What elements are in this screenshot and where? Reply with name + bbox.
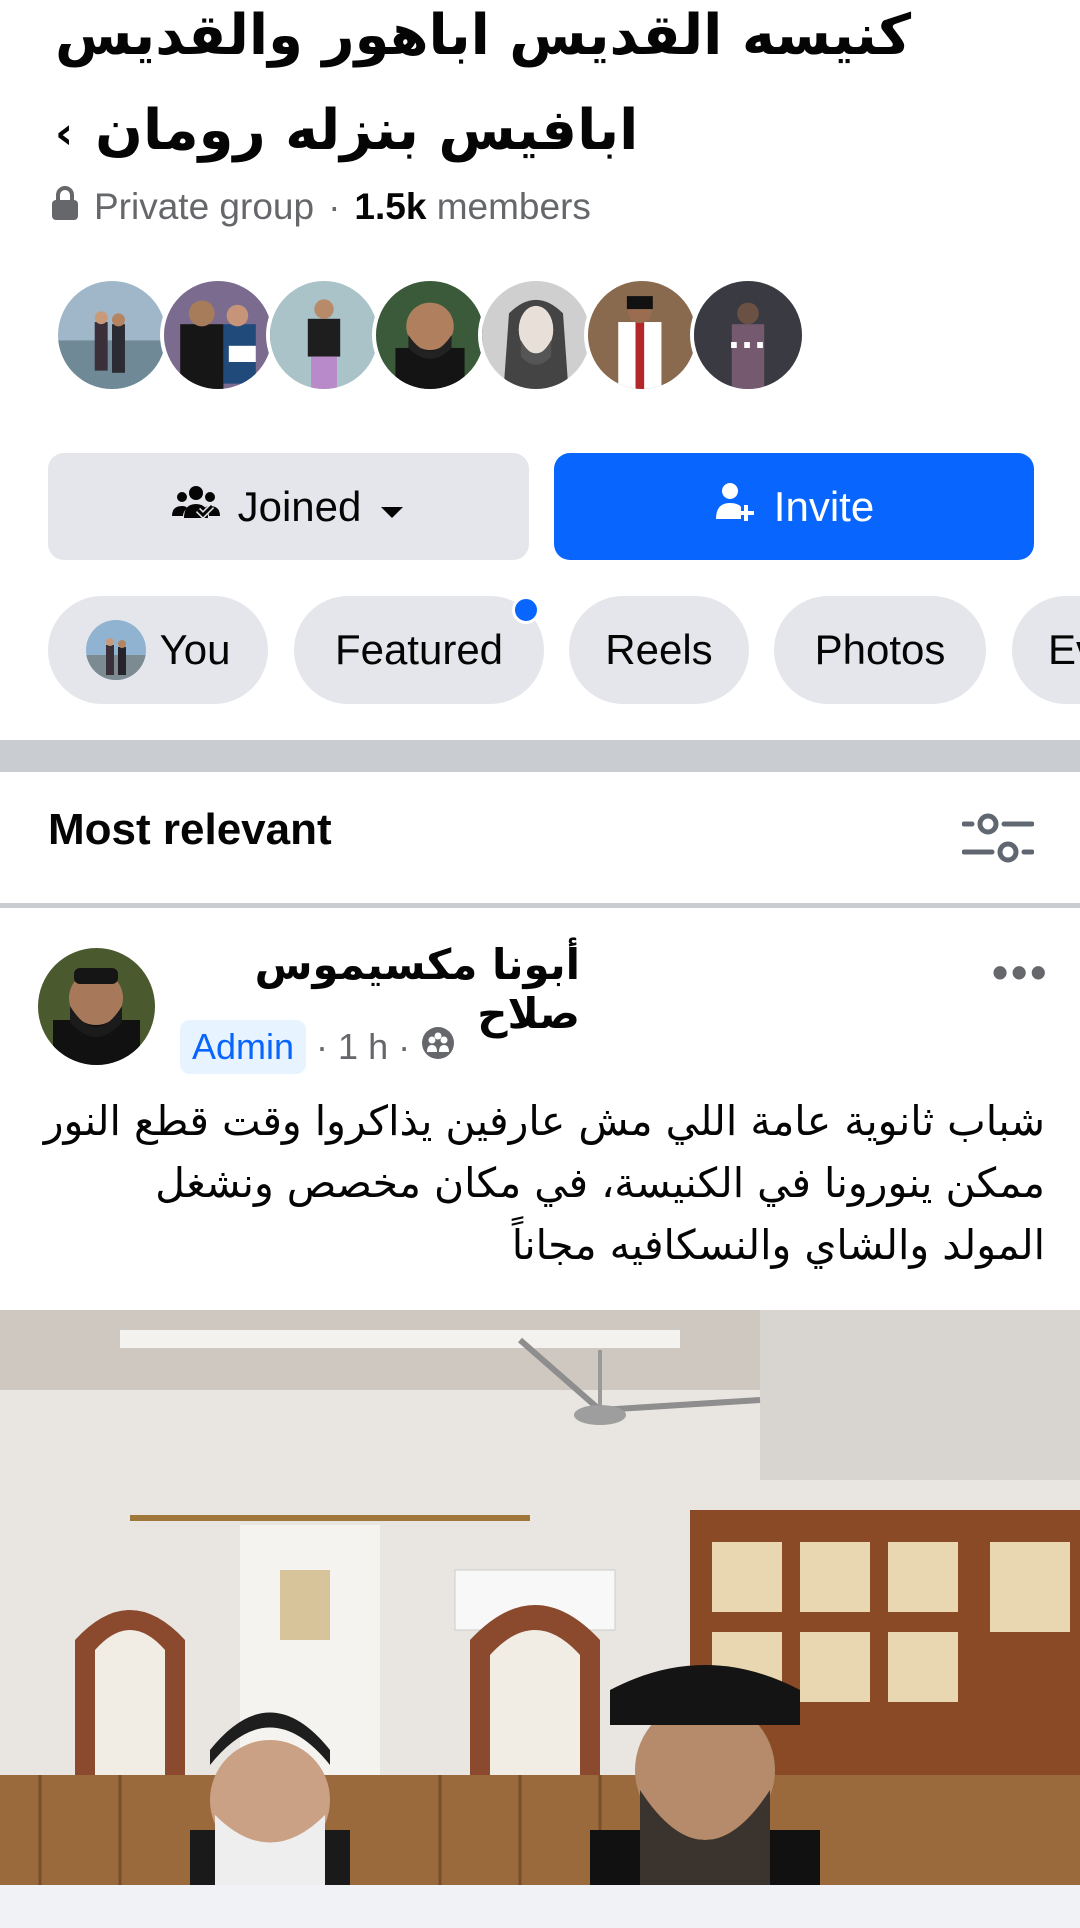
post-time[interactable]: 1 h xyxy=(338,1026,388,1068)
tab-label: Ev xyxy=(1048,626,1080,673)
admin-badge: Admin xyxy=(180,1020,307,1074)
feed-divider xyxy=(0,903,1080,908)
joined-label: Joined xyxy=(237,482,362,530)
member-avatar[interactable] xyxy=(266,277,382,393)
member-avatar[interactable] xyxy=(160,277,276,393)
post-meta: Admin · 1 h · xyxy=(180,1017,456,1077)
tab-photos[interactable]: Photos xyxy=(774,596,986,704)
user-avatar xyxy=(85,620,146,680)
chevron-right-icon[interactable]: ‹ xyxy=(55,88,73,180)
notification-dot xyxy=(512,596,540,624)
group-meta: Private group · 1.5k members xyxy=(50,182,591,232)
tab-label: You xyxy=(159,626,231,673)
tab-label: Reels xyxy=(605,626,713,673)
add-person-icon xyxy=(714,481,756,533)
author-avatar[interactable] xyxy=(38,948,155,1065)
tab-reels[interactable]: Reels xyxy=(569,596,749,704)
sliders-icon[interactable] xyxy=(961,810,1035,871)
meta-separator: · xyxy=(328,186,341,227)
tab-featured[interactable]: Featured xyxy=(294,596,544,704)
member-avatar[interactable] xyxy=(584,277,700,393)
group-audience-icon xyxy=(420,1025,456,1070)
post-photo[interactable] xyxy=(0,1310,1080,1885)
privacy-label: Private group xyxy=(94,186,315,227)
group-title-line1: كنيسه القديس اباهور والقديس xyxy=(55,3,912,68)
bottom-bar xyxy=(0,1885,1080,1928)
tab-label: Featured xyxy=(334,626,504,673)
more-members-icon[interactable]: ... xyxy=(694,281,802,389)
member-avatar[interactable] xyxy=(478,277,594,393)
group-title-line2: ابافيس بنزله رومان xyxy=(95,98,639,163)
caret-down-icon xyxy=(379,483,405,531)
member-count: 1.5k xyxy=(354,186,427,227)
tab-events[interactable]: Ev xyxy=(1012,596,1080,704)
members-label: members xyxy=(436,186,591,227)
invite-label: Invite xyxy=(773,482,875,530)
member-avatar[interactable] xyxy=(372,277,488,393)
more-options-icon[interactable]: ••• xyxy=(992,945,1049,999)
tab-you[interactable]: You xyxy=(48,596,268,704)
invite-button[interactable]: Invite xyxy=(554,453,1034,560)
tab-label: Photos xyxy=(814,626,946,673)
joined-button[interactable]: Joined xyxy=(48,453,529,560)
post-text: شباب ثانوية عامة اللي مش عارفين يذاكروا … xyxy=(43,1097,1045,1269)
meta-separator: · xyxy=(316,1026,329,1067)
member-avatar[interactable] xyxy=(54,277,170,393)
member-avatar[interactable]: ... xyxy=(690,277,806,393)
lock-icon xyxy=(50,185,80,229)
group-people-icon xyxy=(171,482,220,532)
meta-separator: · xyxy=(398,1026,411,1067)
section-divider xyxy=(0,740,1080,772)
group-tabs: You Featured Reels Photos Ev xyxy=(0,596,1080,706)
group-title[interactable]: كنيسه القديس اباهور والقديس ‹ ابافيس بنز… xyxy=(55,0,955,180)
sort-label: Most relevant xyxy=(48,805,332,854)
